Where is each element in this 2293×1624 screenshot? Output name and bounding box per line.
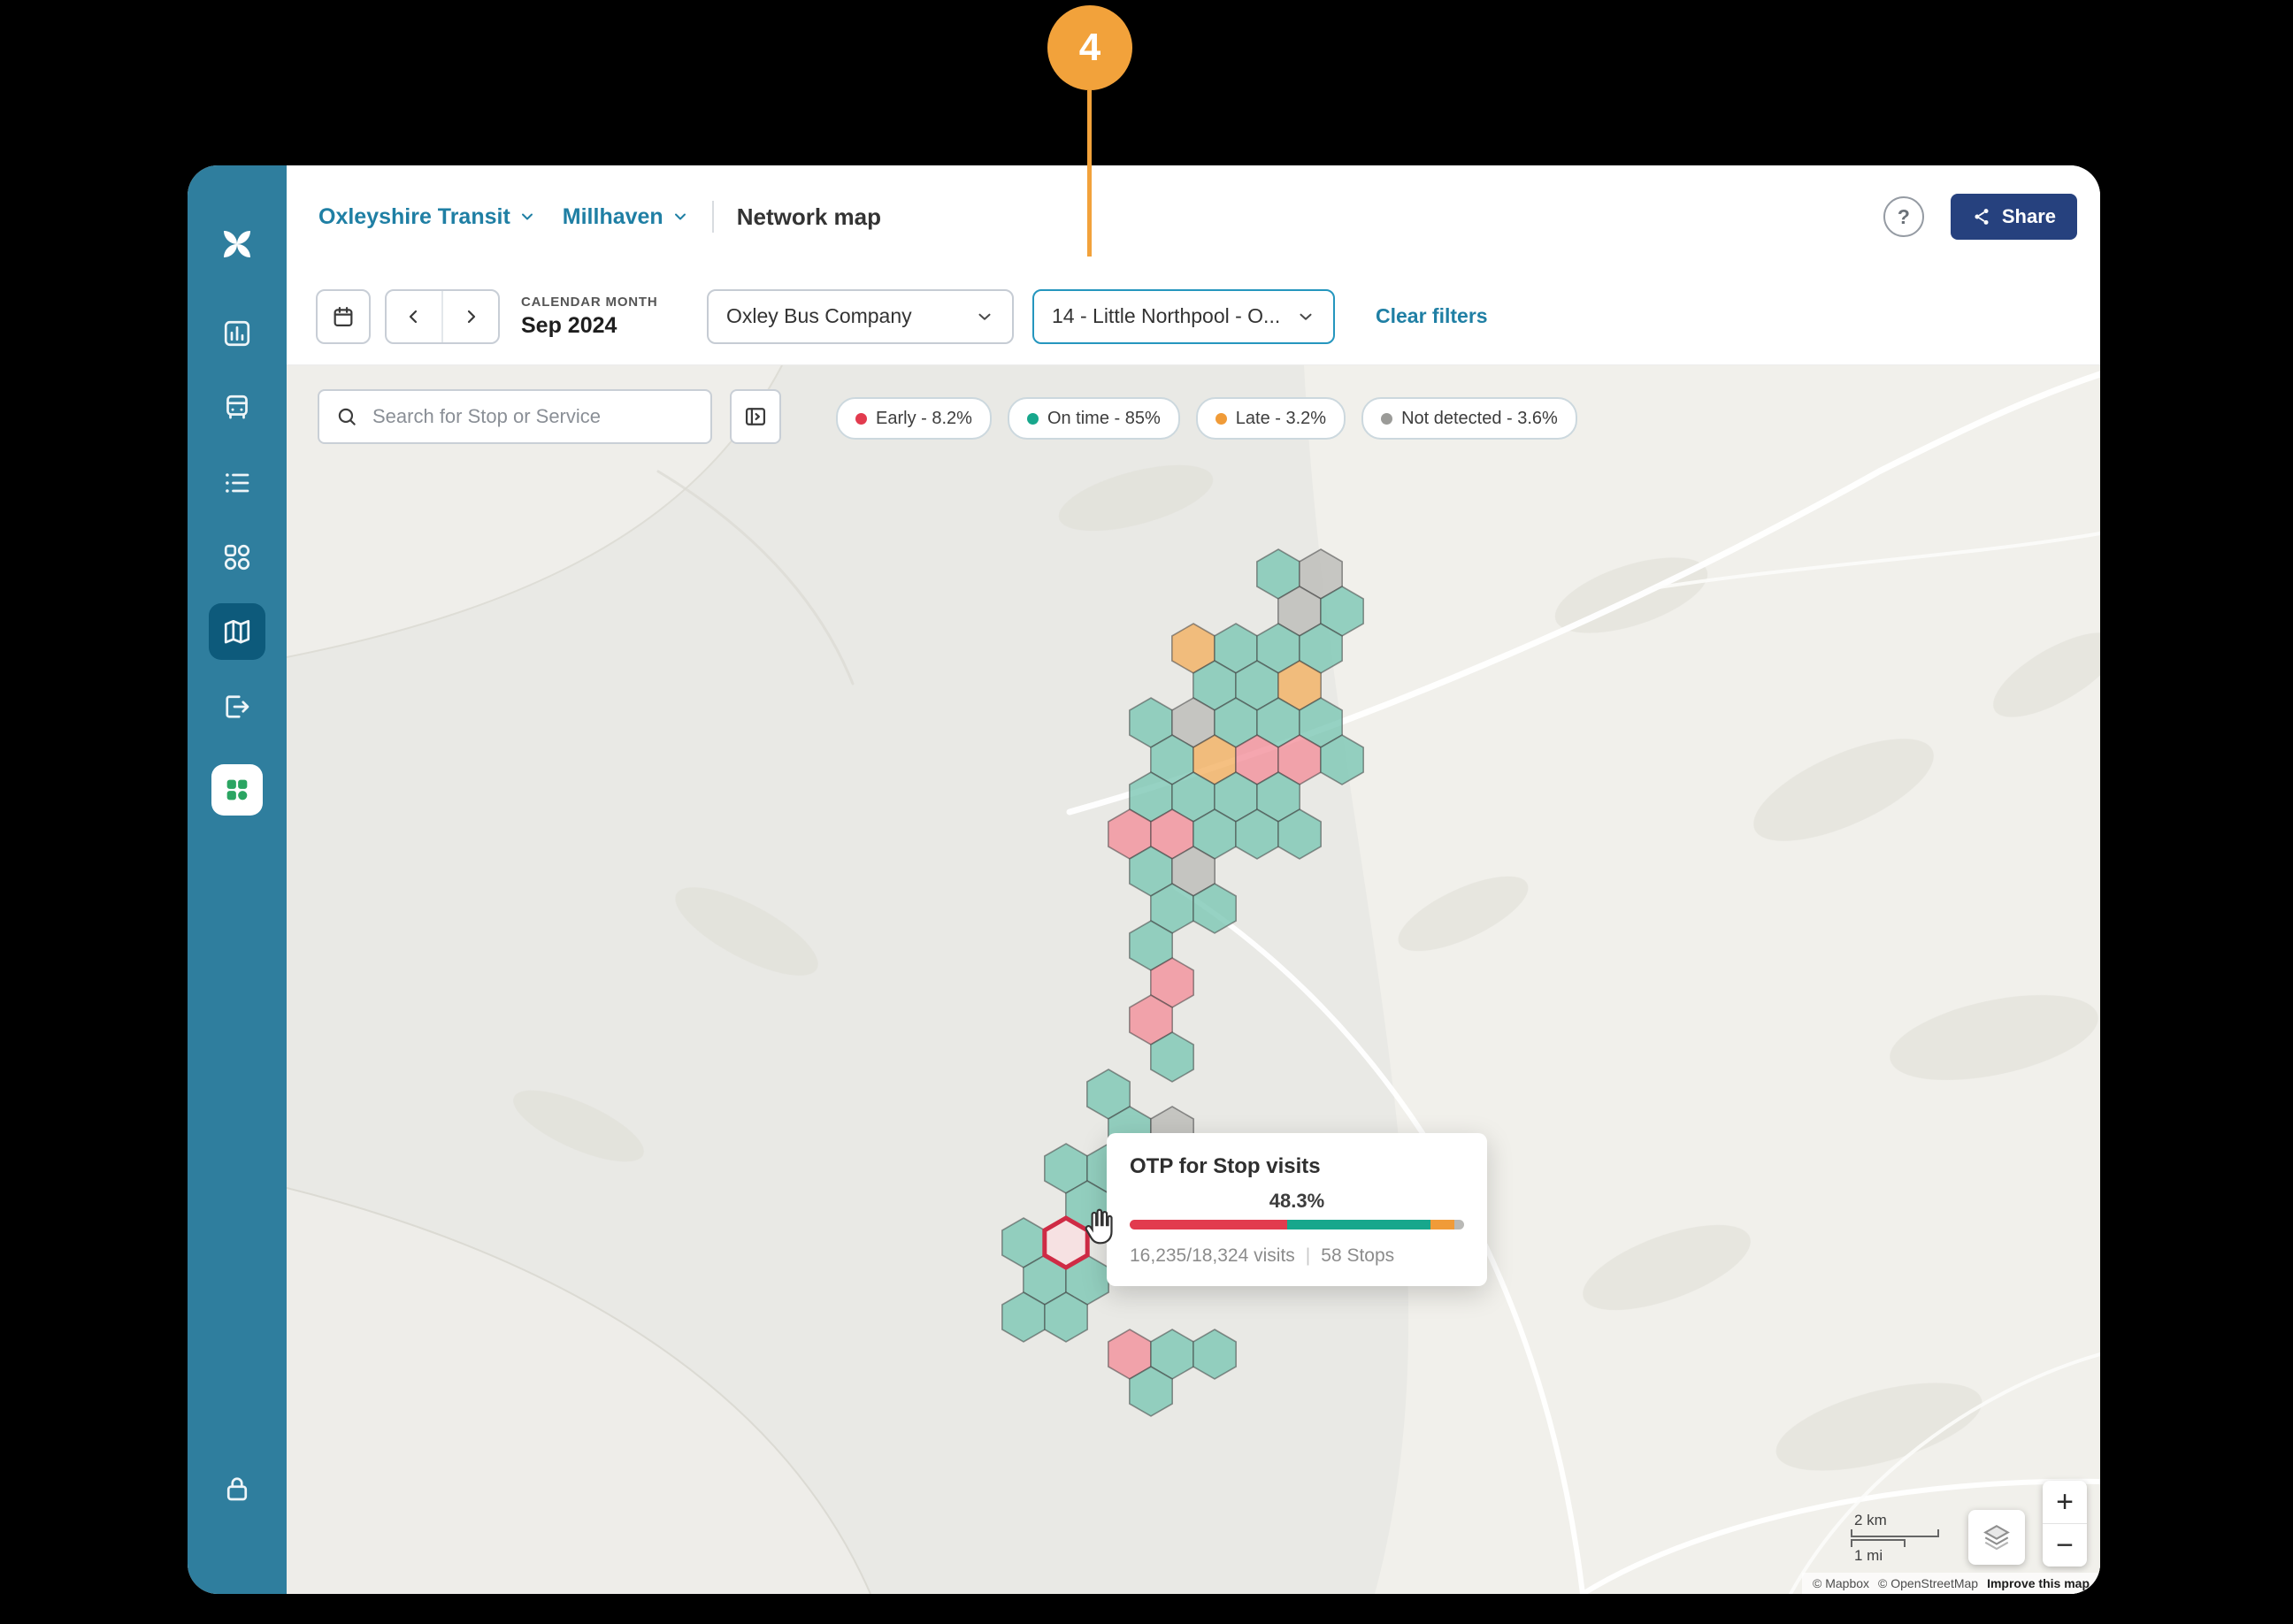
legend-label: Late - 3.2% (1236, 409, 1326, 429)
share-icon (1972, 207, 1991, 226)
otp-bar-segment (1454, 1220, 1464, 1229)
attribution-improve-link[interactable]: Improve this map (1987, 1576, 2090, 1590)
legend-label: Early - 8.2% (876, 409, 972, 429)
partner-app-icon[interactable] (211, 764, 263, 816)
nav-vehicles-icon[interactable] (209, 379, 265, 436)
otp-bar-segment (1287, 1220, 1431, 1229)
operator-value: Oxley Bus Company (726, 304, 962, 328)
help-button[interactable]: ? (1883, 196, 1924, 237)
map-scale: 2 km 1 mi (1851, 1512, 1939, 1565)
page-title: Network map (737, 203, 881, 231)
tooltip-stops: 58 Stops (1321, 1245, 1394, 1267)
search-box[interactable] (318, 389, 712, 444)
privacy-lock-icon (209, 1460, 265, 1517)
service-dropdown[interactable]: 14 - Little Northpool - O... (1032, 289, 1335, 344)
zoom-in-button[interactable]: + (2043, 1481, 2087, 1523)
service-value: 14 - Little Northpool - O... (1052, 304, 1284, 328)
operator-dropdown[interactable]: Oxley Bus Company (707, 289, 1014, 344)
calendar-icon (331, 304, 356, 329)
calendar-month-label: CALENDAR MONTH (521, 295, 673, 310)
hex-cell-selected[interactable] (1045, 1218, 1087, 1268)
tooltip-pipe: | (1306, 1245, 1310, 1267)
attribution-osm[interactable]: © OpenStreetMap (1878, 1576, 1978, 1590)
org-label: Oxleyshire Transit (318, 204, 510, 230)
legend-dot-icon (1216, 413, 1227, 425)
filter-bar: CALENDAR MONTH Sep 2024 Oxley Bus Compan… (287, 268, 2100, 365)
tooltip-meta: 16,235/18,324 visits | 58 Stops (1130, 1245, 1464, 1267)
share-button[interactable]: Share (1951, 194, 2077, 240)
legend-dot-icon (1027, 413, 1039, 425)
map-area[interactable]: Early - 8.2% On time - 85% Late - 3.2% Not … (287, 365, 2100, 1594)
share-label: Share (2002, 205, 2056, 228)
nav-apps-icon[interactable] (209, 529, 265, 586)
legend-chip[interactable]: Early - 8.2% (836, 397, 992, 440)
month-block: CALENDAR MONTH Sep 2024 (521, 295, 673, 339)
otp-bar-segment (1430, 1220, 1453, 1229)
legend-dot-icon (855, 413, 867, 425)
header-divider (712, 201, 714, 233)
month-nav (385, 289, 500, 344)
annotation-badge: 4 (1047, 5, 1132, 90)
otp-tooltip: OTP for Stop visits 48.3% 16,235/18,324 … (1107, 1133, 1487, 1286)
app-logo-icon (209, 216, 265, 272)
tooltip-value: 48.3% (1130, 1190, 1464, 1213)
chevron-left-icon (403, 306, 425, 327)
app-window: Oxleyshire Transit Millhaven Network map… (188, 165, 2100, 1594)
annotation-pointer-line (1087, 90, 1092, 257)
tooltip-title: OTP for Stop visits (1130, 1154, 1464, 1179)
hex-cell-ontime[interactable] (1193, 1329, 1236, 1379)
zoom-control: + − (2043, 1481, 2087, 1567)
search-input[interactable] (371, 404, 694, 429)
chevron-down-icon (975, 307, 994, 326)
hex-heatmap-layer[interactable] (287, 365, 2100, 1594)
chevron-down-icon (1296, 307, 1315, 326)
map-layers-button[interactable] (1968, 1510, 2025, 1565)
legend-chip[interactable]: Late - 3.2% (1196, 397, 1346, 440)
expand-panel-button[interactable] (730, 389, 781, 444)
region-label: Millhaven (563, 204, 663, 230)
clear-filters-link[interactable]: Clear filters (1376, 304, 1488, 328)
layers-icon (1981, 1521, 2013, 1553)
sidebar (188, 165, 287, 1594)
nav-logout-icon[interactable] (209, 678, 265, 735)
month-value: Sep 2024 (521, 313, 673, 339)
legend-label: On time - 85% (1047, 409, 1161, 429)
nav-analytics-icon[interactable] (209, 305, 265, 362)
search-icon (335, 405, 358, 428)
chevron-down-icon (518, 208, 536, 226)
map-attribution: © Mapbox © OpenStreetMap Improve this ma… (1802, 1573, 2100, 1594)
region-selector[interactable]: Millhaven (563, 204, 689, 230)
scale-km-label: 2 km (1851, 1512, 1887, 1528)
legend-chip[interactable]: On time - 85% (1008, 397, 1180, 440)
stage: 4 Oxleyshire Transit Millhaven Network m… (0, 0, 2293, 1624)
next-month-button[interactable] (441, 291, 498, 342)
legend-chip[interactable]: Not detected - 3.6% (1361, 397, 1577, 440)
calendar-button[interactable] (316, 289, 371, 344)
legend-label: Not detected - 3.6% (1401, 409, 1558, 429)
expand-panel-icon (743, 404, 768, 429)
legend-chips: Early - 8.2% On time - 85% Late - 3.2% Not … (836, 397, 1577, 440)
prev-month-button[interactable] (387, 291, 441, 342)
zoom-out-button[interactable]: − (2043, 1523, 2087, 1567)
nav-network-map-icon[interactable] (209, 603, 265, 660)
nav-routes-list-icon[interactable] (209, 455, 265, 511)
tooltip-visits: 16,235/18,324 visits (1130, 1245, 1295, 1267)
tooltip-otp-bar (1130, 1220, 1464, 1229)
top-header: Oxleyshire Transit Millhaven Network map… (287, 165, 2100, 268)
otp-bar-segment (1130, 1220, 1287, 1229)
org-selector[interactable]: Oxleyshire Transit (318, 204, 536, 230)
chevron-down-icon (671, 208, 689, 226)
legend-dot-icon (1381, 413, 1392, 425)
scale-mi-label: 1 mi (1851, 1547, 1883, 1564)
attribution-mapbox[interactable]: © Mapbox (1813, 1576, 1869, 1590)
chevron-right-icon (460, 306, 481, 327)
